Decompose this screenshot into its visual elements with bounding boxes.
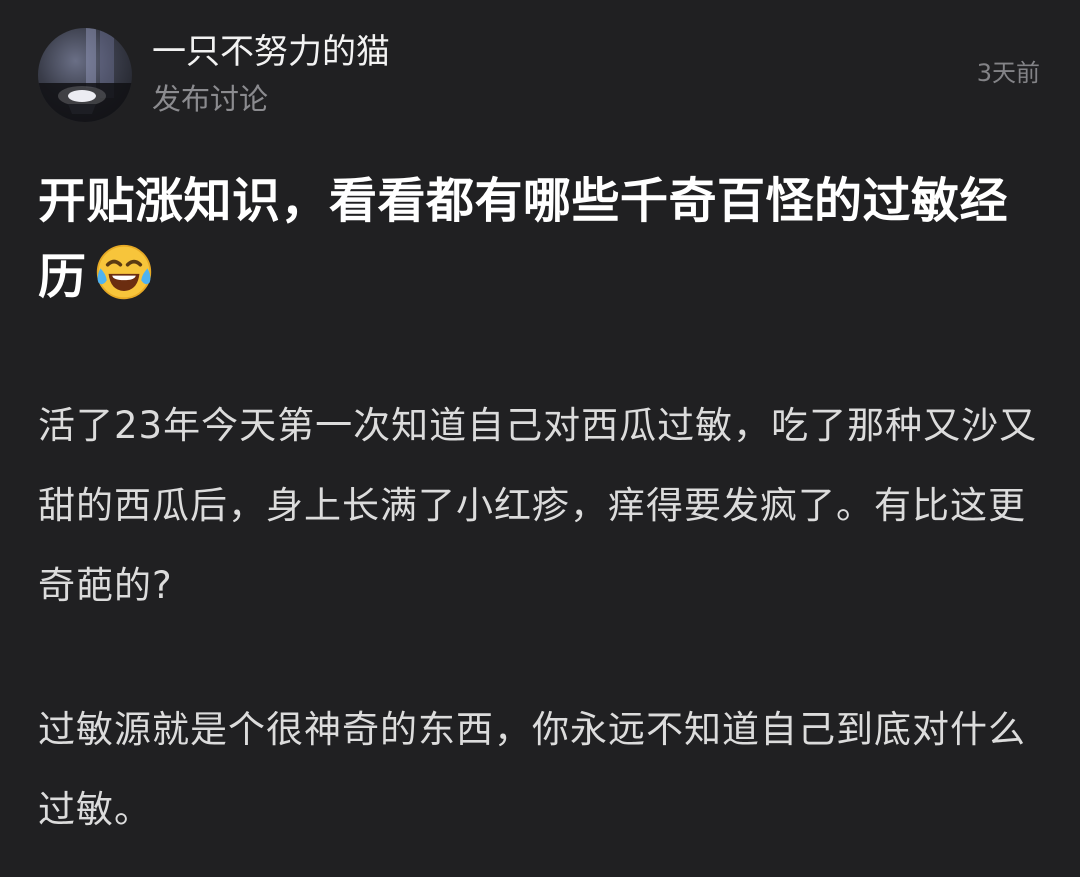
post-title[interactable]: 开贴涨知识，看看都有哪些千奇百怪的过敏经历 bbox=[38, 163, 1048, 315]
post-timestamp: 3天前 bbox=[976, 59, 1040, 87]
post-paragraph: 过敏源就是个很神奇的东西，你永远不知道自己到底对什么过敏。 bbox=[38, 708, 1026, 831]
dark-room-lamp-avatar-icon bbox=[38, 28, 132, 122]
post-paragraph: 活了23年今天第一次知道自己对西瓜过敏，吃了那种又沙又甜的西瓜后，身上长满了小红… bbox=[38, 404, 1038, 607]
author-name[interactable]: 一只不努力的猫 bbox=[152, 28, 390, 76]
tears-of-joy-emoji-icon bbox=[96, 244, 151, 300]
post-type-label: 发布讨论 bbox=[152, 82, 269, 116]
author-avatar[interactable] bbox=[38, 28, 132, 122]
post-body: 活了23年今天第一次知道自己对西瓜过敏，吃了那种又沙又甜的西瓜后，身上长满了小红… bbox=[38, 386, 1048, 850]
post-title-text: 开贴涨知识，看看都有哪些千奇百怪的过敏经历 bbox=[38, 173, 1009, 305]
